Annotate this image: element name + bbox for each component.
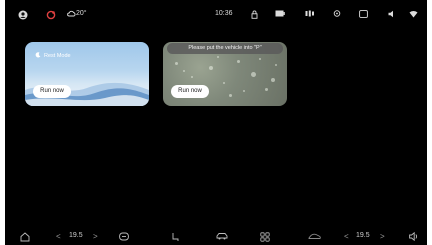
park-toast: Please put the vehicle into "P" xyxy=(167,43,283,54)
rest-mode-label: Rest Mode xyxy=(44,53,71,59)
cloud-icon xyxy=(67,10,76,17)
car-icon[interactable] xyxy=(216,232,228,240)
right-temp-increase[interactable]: > xyxy=(380,232,385,241)
left-temp-increase[interactable]: > xyxy=(93,232,98,241)
status-bar: 20° 10:36 xyxy=(5,8,427,24)
car-screen: 20° 10:36 Rest Mode Run now Please put t… xyxy=(5,0,427,245)
volume-icon[interactable] xyxy=(388,10,396,18)
home-icon[interactable] xyxy=(20,232,30,242)
left-temp-decrease[interactable]: < xyxy=(56,232,61,241)
right-temperature: 19.5 xyxy=(356,232,370,239)
rain-mode-card[interactable]: Please put the vehicle into "P" Run now xyxy=(163,42,287,106)
apps-icon[interactable] xyxy=(260,232,270,242)
dock-volume-icon[interactable] xyxy=(409,232,419,241)
battery-icon xyxy=(275,10,285,17)
bell-icon[interactable] xyxy=(46,10,56,20)
rest-mode-title: Rest Mode xyxy=(35,52,71,60)
left-temperature: 19.5 xyxy=(69,232,83,239)
lock-icon xyxy=(251,10,258,19)
bottom-dock: < 19.5 > < 19.5 > xyxy=(5,230,427,245)
pin-icon xyxy=(333,10,341,19)
moon-icon xyxy=(35,52,44,60)
clock: 10:36 xyxy=(215,10,233,17)
rest-mode-run-button[interactable]: Run now xyxy=(33,85,71,98)
seat-icon[interactable] xyxy=(171,232,179,242)
right-temp-decrease[interactable]: < xyxy=(344,232,349,241)
user-icon[interactable] xyxy=(18,10,28,20)
fan-icon[interactable] xyxy=(119,232,129,241)
weather-widget[interactable]: 20° xyxy=(67,10,87,17)
air-circulation-icon[interactable] xyxy=(308,232,322,240)
rain-mode-run-button[interactable]: Run now xyxy=(171,85,209,98)
rest-mode-card[interactable]: Rest Mode Run now xyxy=(25,42,149,106)
wifi-icon xyxy=(409,10,418,18)
recording-icon xyxy=(305,10,315,17)
camera-icon xyxy=(359,10,368,18)
weather-temp: 20° xyxy=(76,10,87,17)
